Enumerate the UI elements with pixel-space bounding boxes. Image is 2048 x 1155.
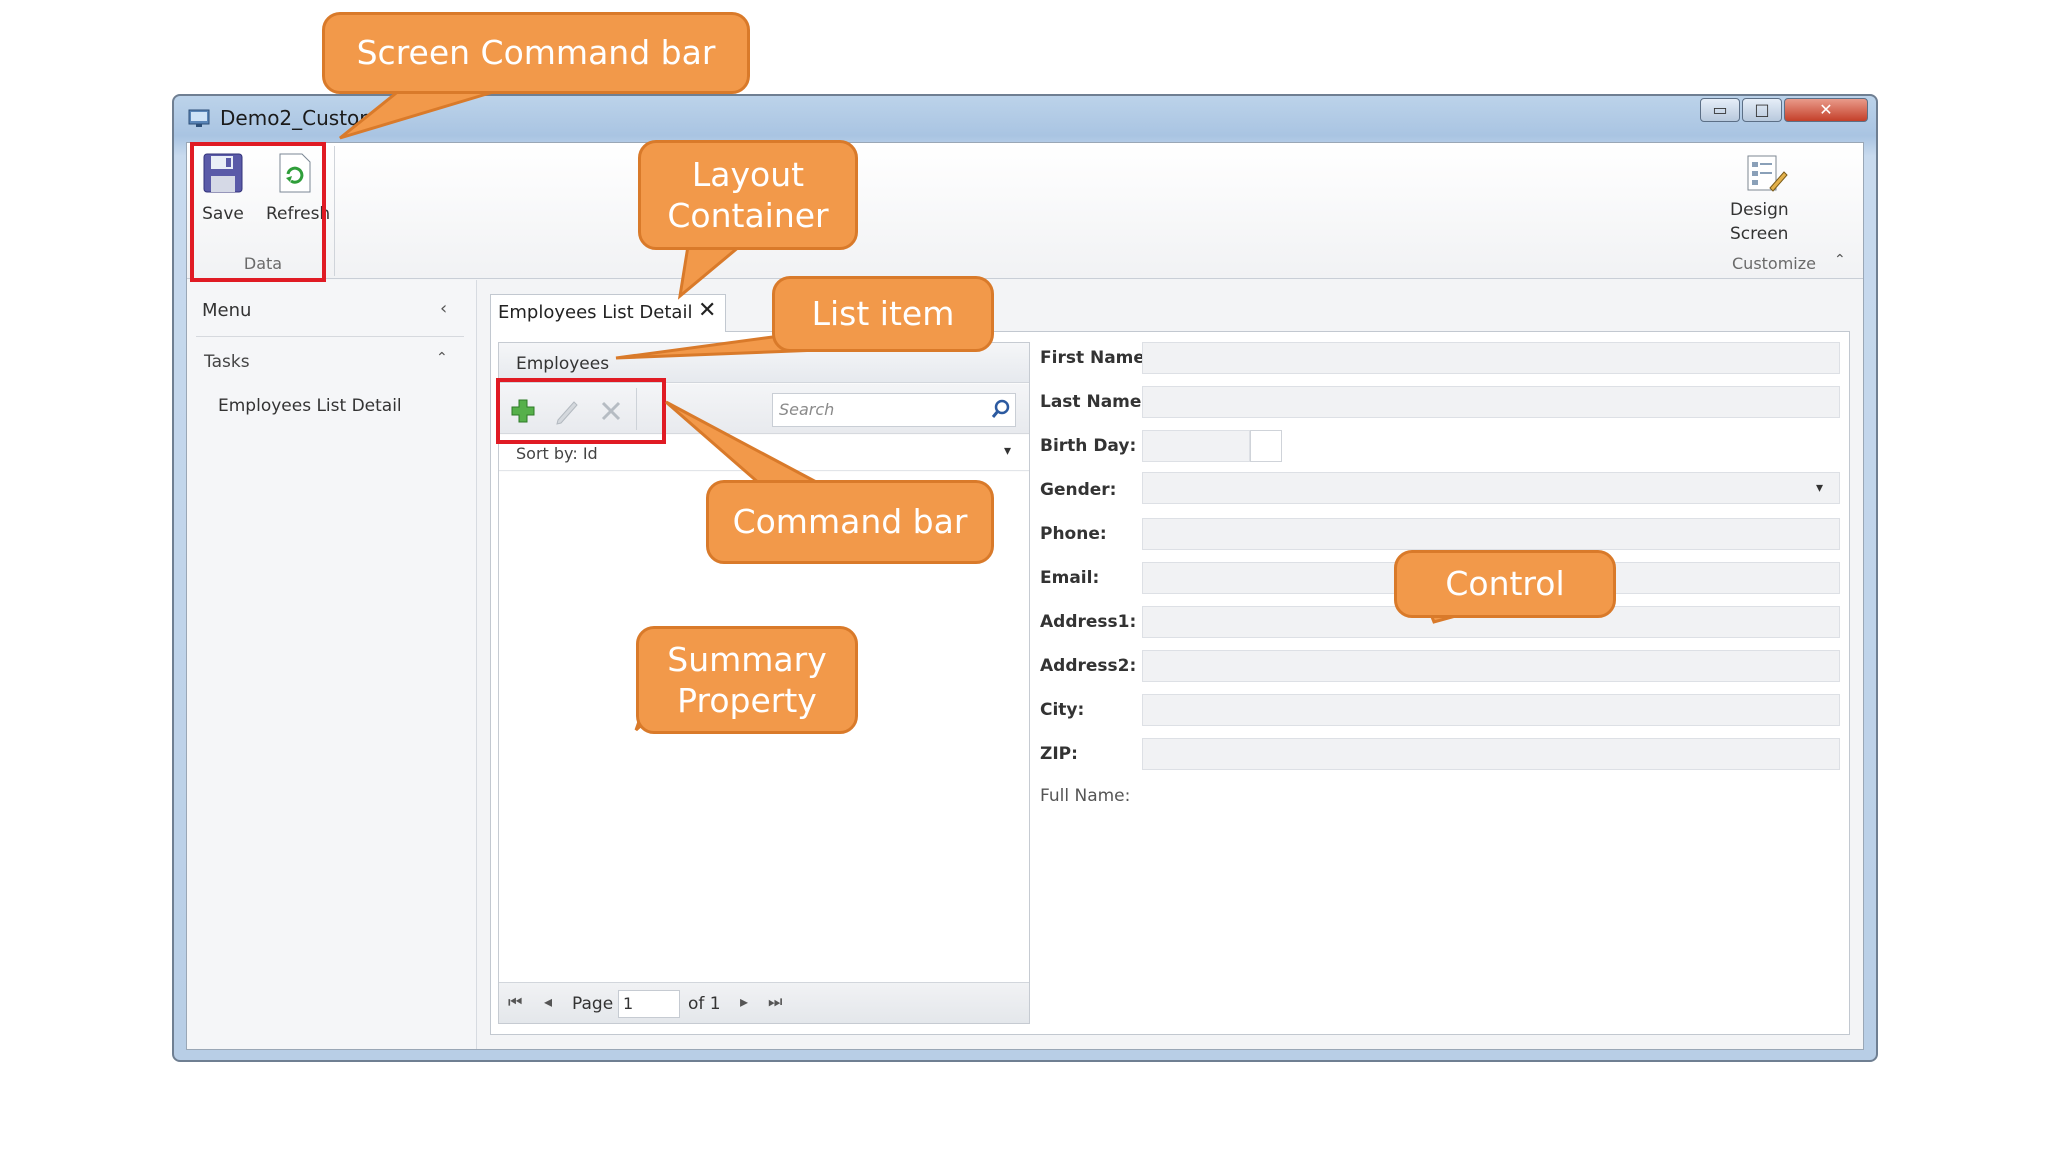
callout-control-text: Control (1445, 564, 1565, 604)
callout-summary-property: Summary Property (636, 626, 858, 734)
callout-layout-container-line1: Layout (691, 154, 805, 194)
callout-layout-container: Layout Container (638, 140, 858, 250)
callout-command-bar: Command bar (706, 480, 994, 564)
callout-control: Control (1394, 550, 1616, 618)
callout-screen-command-bar: Screen Command bar (322, 12, 750, 94)
callout-summary-property-line1: Summary (667, 639, 827, 679)
callout-tails (339, 88, 1471, 732)
callout-command-bar-text: Command bar (732, 502, 968, 542)
callout-layout-container-line2: Container (667, 196, 829, 235)
callout-screen-command-bar-text: Screen Command bar (356, 33, 716, 73)
callout-list-item: List item (772, 276, 994, 352)
command-bar-tail (665, 400, 821, 486)
callout-list-item-text: List item (811, 294, 955, 334)
layout-container-tail (677, 244, 745, 300)
callout-summary-property-line2: Property (677, 681, 817, 720)
screen-command-bar-tail (339, 88, 501, 140)
